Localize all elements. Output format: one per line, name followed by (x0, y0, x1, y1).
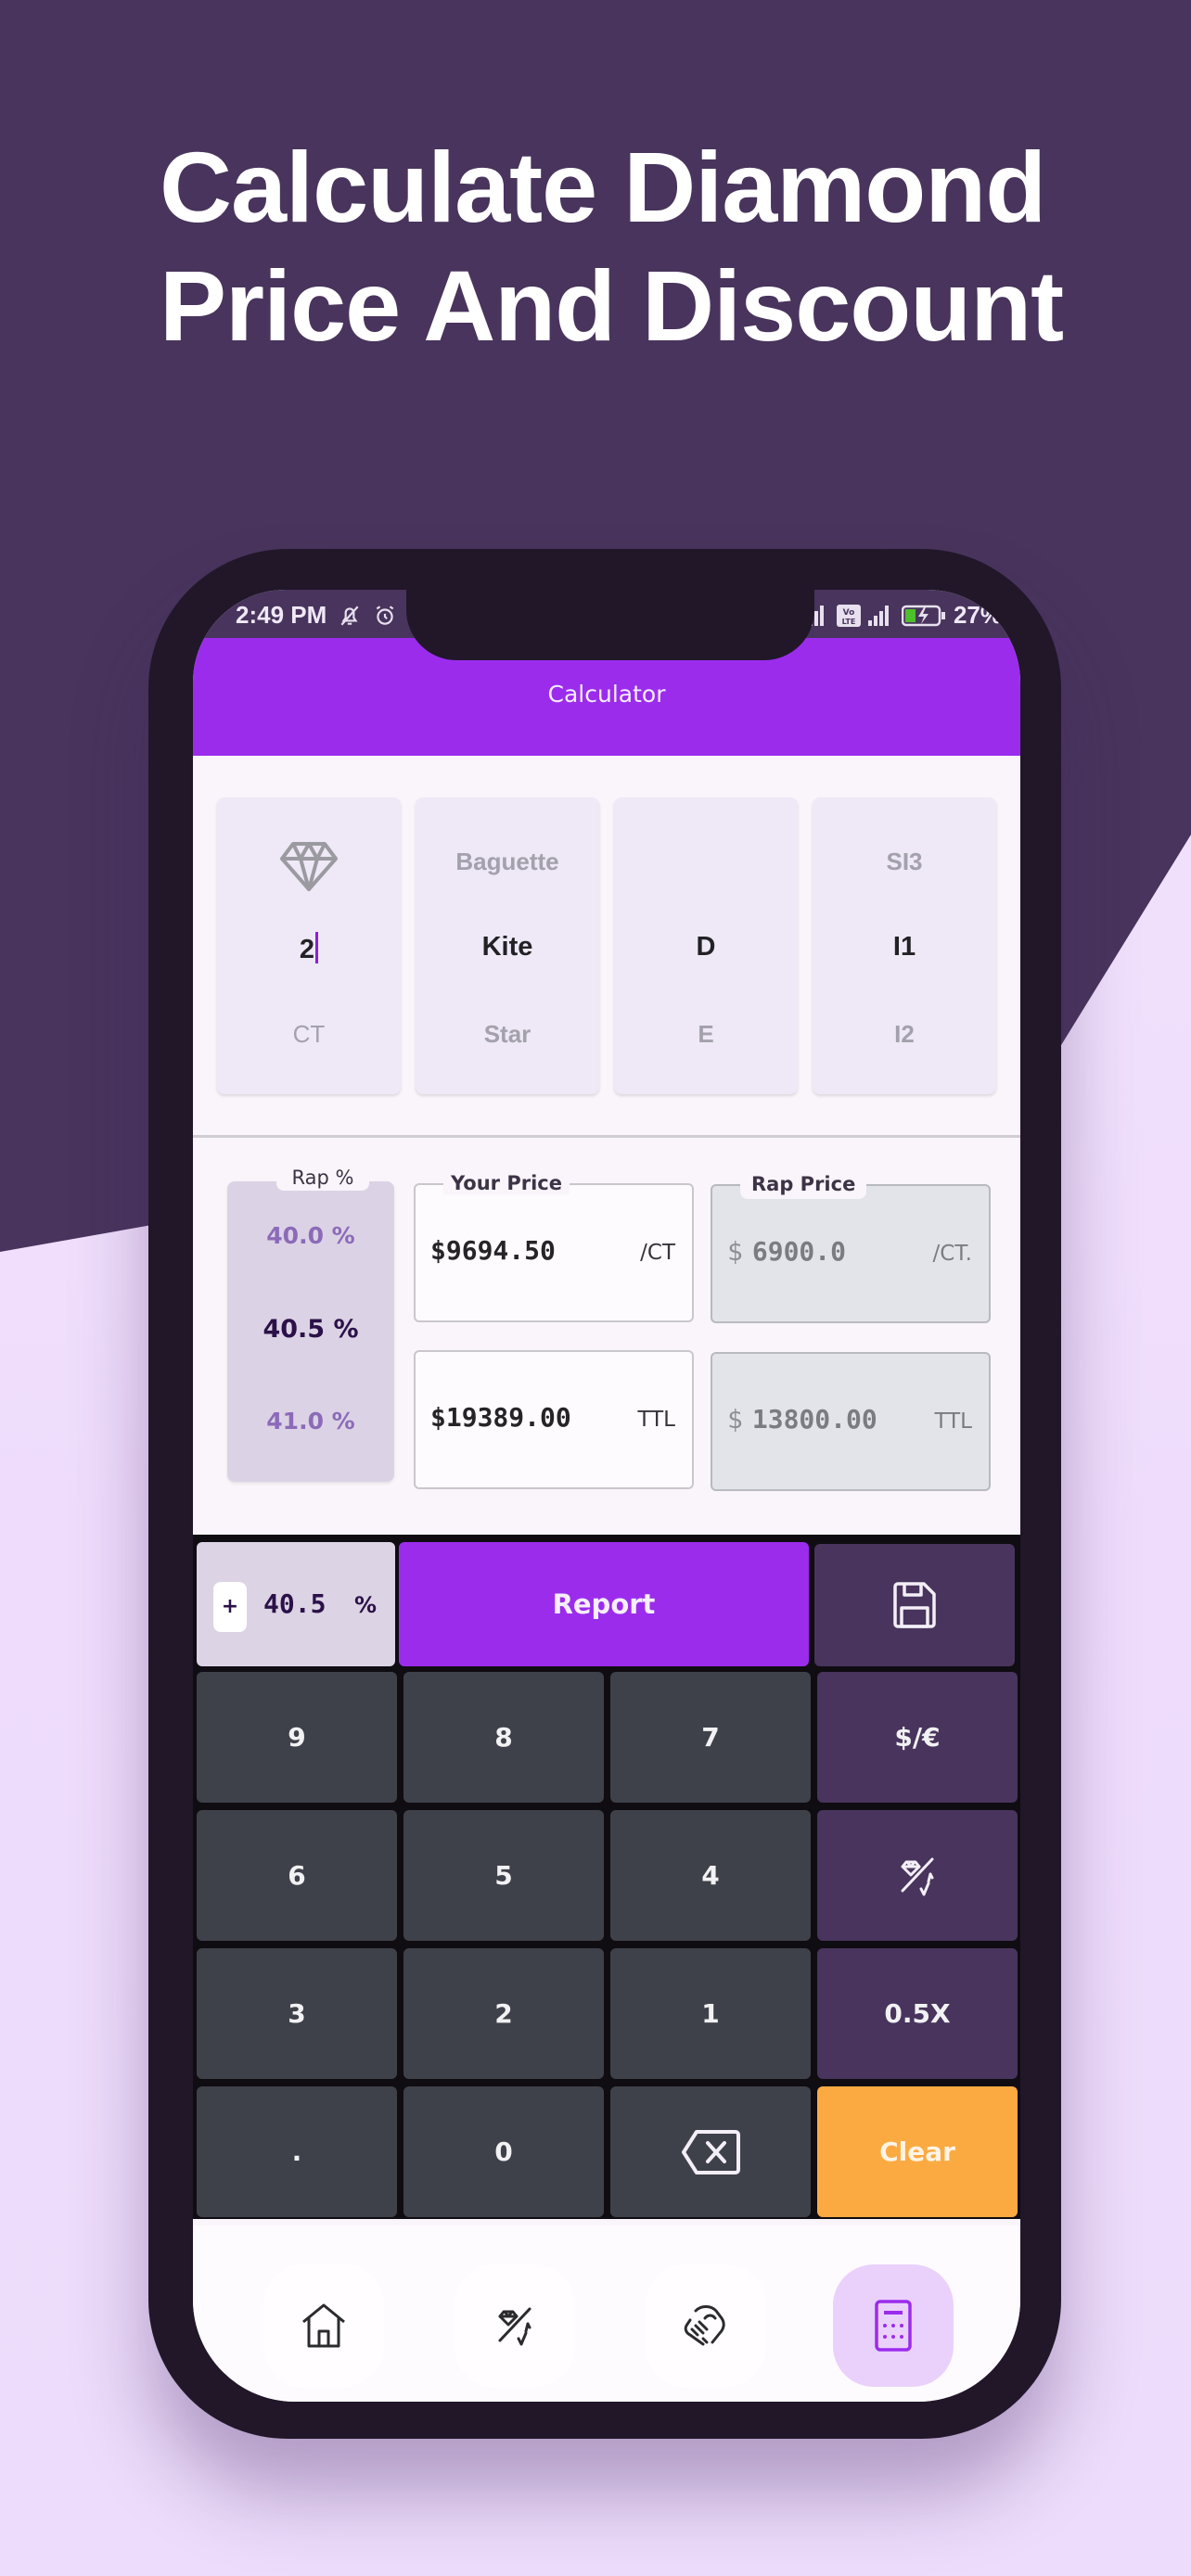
diamond-spec-pickers: 2 CT Baguette Kite Star D E SI3 I1 I2 (217, 797, 996, 1094)
clarity-option-selected[interactable]: I1 (813, 932, 996, 963)
shape-option-next[interactable]: Star (416, 1020, 599, 1049)
key-7[interactable]: 7 (610, 1672, 811, 1803)
rap-percent-label: Rap % (276, 1165, 369, 1191)
backspace-icon (682, 2129, 740, 2174)
currency-symbol: $ (727, 1404, 743, 1435)
page-title: Calculator (547, 681, 666, 708)
your-price-total-field[interactable]: $19389.00 TTL (414, 1350, 694, 1489)
rap-price-per-ct-unit: /CT. (932, 1242, 972, 1266)
promo-headline: Calculate Diamond Price And Discount (160, 128, 1087, 365)
currency-symbol: $ (727, 1236, 743, 1267)
shape-option-prev[interactable]: Baguette (416, 848, 599, 876)
report-button[interactable]: Report (399, 1542, 809, 1666)
rap-price-per-ct-value: 6900.0 (751, 1236, 847, 1267)
keypad: + 40.5 % Report 9 8 7 $/€ 6 5 4 3 2 1 0.… (193, 1535, 1020, 2219)
backspace-button[interactable] (610, 2086, 811, 2217)
rap-percent-option-selected[interactable]: 40.5 % (227, 1315, 394, 1344)
your-price-label: Your Price (443, 1172, 570, 1194)
carat-input[interactable]: 2 (217, 932, 401, 965)
color-option-next[interactable]: E (614, 1020, 798, 1049)
diamond-exchange-icon (901, 1857, 934, 1895)
promo-headline-line2: Price And Discount (160, 249, 1064, 362)
save-button[interactable] (814, 1544, 1015, 1666)
nav-deals[interactable] (646, 2264, 766, 2387)
section-divider (193, 1135, 1020, 1138)
shape-picker[interactable]: Baguette Kite Star (416, 797, 599, 1094)
nav-diamond-exchange[interactable] (455, 2264, 575, 2387)
battery-percent: 27% (953, 601, 1002, 629)
save-icon (893, 1582, 936, 1628)
home-icon (302, 2303, 345, 2348)
your-price-per-ct-unit: /CT (640, 1241, 675, 1265)
svg-text:LTE: LTE (842, 618, 856, 626)
key-decimal[interactable]: . (197, 2086, 397, 2217)
key-3[interactable]: 3 (197, 1948, 397, 2079)
key-6[interactable]: 6 (197, 1810, 397, 1941)
app-screen: 2:49 PM Vo LTE 27% Calculator 2 CT Bague… (193, 590, 1020, 2402)
diamond-icon (280, 842, 338, 891)
calculator-icon (875, 2300, 912, 2352)
your-price-total-value: $19389.00 (430, 1402, 571, 1433)
nav-home[interactable] (263, 2264, 384, 2387)
rap-percent-option-prev[interactable]: 40.0 % (227, 1222, 394, 1249)
handshake-icon (684, 2305, 725, 2346)
camera-notch (406, 590, 814, 660)
battery-charging-icon (901, 605, 945, 626)
clarity-option-next[interactable]: I2 (813, 1020, 996, 1049)
clarity-option-prev[interactable]: SI3 (813, 848, 996, 876)
carat-input-card[interactable]: 2 CT (217, 797, 401, 1094)
rap-price-total: $13800.00 (727, 1404, 877, 1435)
diamond-exchange-icon (498, 2307, 531, 2346)
your-price-total-unit: TTL (637, 1408, 675, 1432)
shape-option-selected[interactable]: Kite (416, 932, 599, 963)
notifications-off-icon (340, 606, 359, 625)
volte-icon: VoLTE (836, 604, 861, 627)
discount-value: 40.5 (263, 1588, 327, 1619)
your-price-per-ct-field[interactable]: Your Price $9694.50 /CT (414, 1172, 694, 1322)
discount-sign-toggle[interactable]: + (213, 1582, 247, 1632)
bottom-navigation (193, 2225, 1020, 2402)
key-4[interactable]: 4 (610, 1810, 811, 1941)
key-0[interactable]: 0 (403, 2086, 604, 2217)
carat-unit: CT (292, 1020, 326, 1048)
rap-price-total-value: 13800.00 (751, 1404, 877, 1435)
rap-price-per-ct-field[interactable]: Rap Price $6900.0 /CT. (711, 1173, 991, 1323)
key-5[interactable]: 5 (403, 1810, 604, 1941)
discount-percent-display[interactable]: + 40.5 % (197, 1542, 395, 1666)
rap-percent-option-next[interactable]: 41.0 % (227, 1408, 394, 1435)
nav-calculator[interactable] (833, 2264, 954, 2387)
discount-unit: % (354, 1592, 378, 1618)
carat-value: 2 (299, 935, 315, 964)
color-picker[interactable]: D E (614, 797, 798, 1094)
signal-icon (867, 605, 889, 626)
clarity-picker[interactable]: SI3 I1 I2 (813, 797, 996, 1094)
rap-price-total-field[interactable]: $13800.00 TTL (711, 1352, 991, 1491)
clear-button[interactable]: Clear (817, 2086, 1018, 2217)
text-cursor (315, 932, 319, 963)
half-multiplier-button[interactable]: 0.5X (817, 1948, 1018, 2079)
rap-price-label: Rap Price (740, 1173, 867, 1199)
rap-percent-picker[interactable]: 40.0 % 40.5 % 41.0 % (227, 1181, 394, 1482)
phone-frame: 2:49 PM Vo LTE 27% Calculator 2 CT Bague… (148, 549, 1061, 2439)
key-8[interactable]: 8 (403, 1672, 604, 1803)
rap-price-total-unit: TTL (934, 1409, 972, 1434)
status-time: 2:49 PM (236, 601, 327, 629)
currency-toggle-button[interactable]: $/€ (817, 1672, 1018, 1803)
key-2[interactable]: 2 (403, 1948, 604, 2079)
color-option-selected[interactable]: D (614, 932, 798, 963)
key-1[interactable]: 1 (610, 1948, 811, 2079)
svg-text:Vo: Vo (843, 608, 855, 618)
your-price-per-ct-value: $9694.50 (430, 1235, 556, 1266)
promo-headline-line1: Calculate Diamond (160, 131, 1046, 243)
alarm-icon (376, 605, 394, 625)
key-9[interactable]: 9 (197, 1672, 397, 1803)
rap-price-per-ct: $6900.0 (727, 1236, 846, 1267)
diamond-exchange-button[interactable] (817, 1810, 1018, 1941)
